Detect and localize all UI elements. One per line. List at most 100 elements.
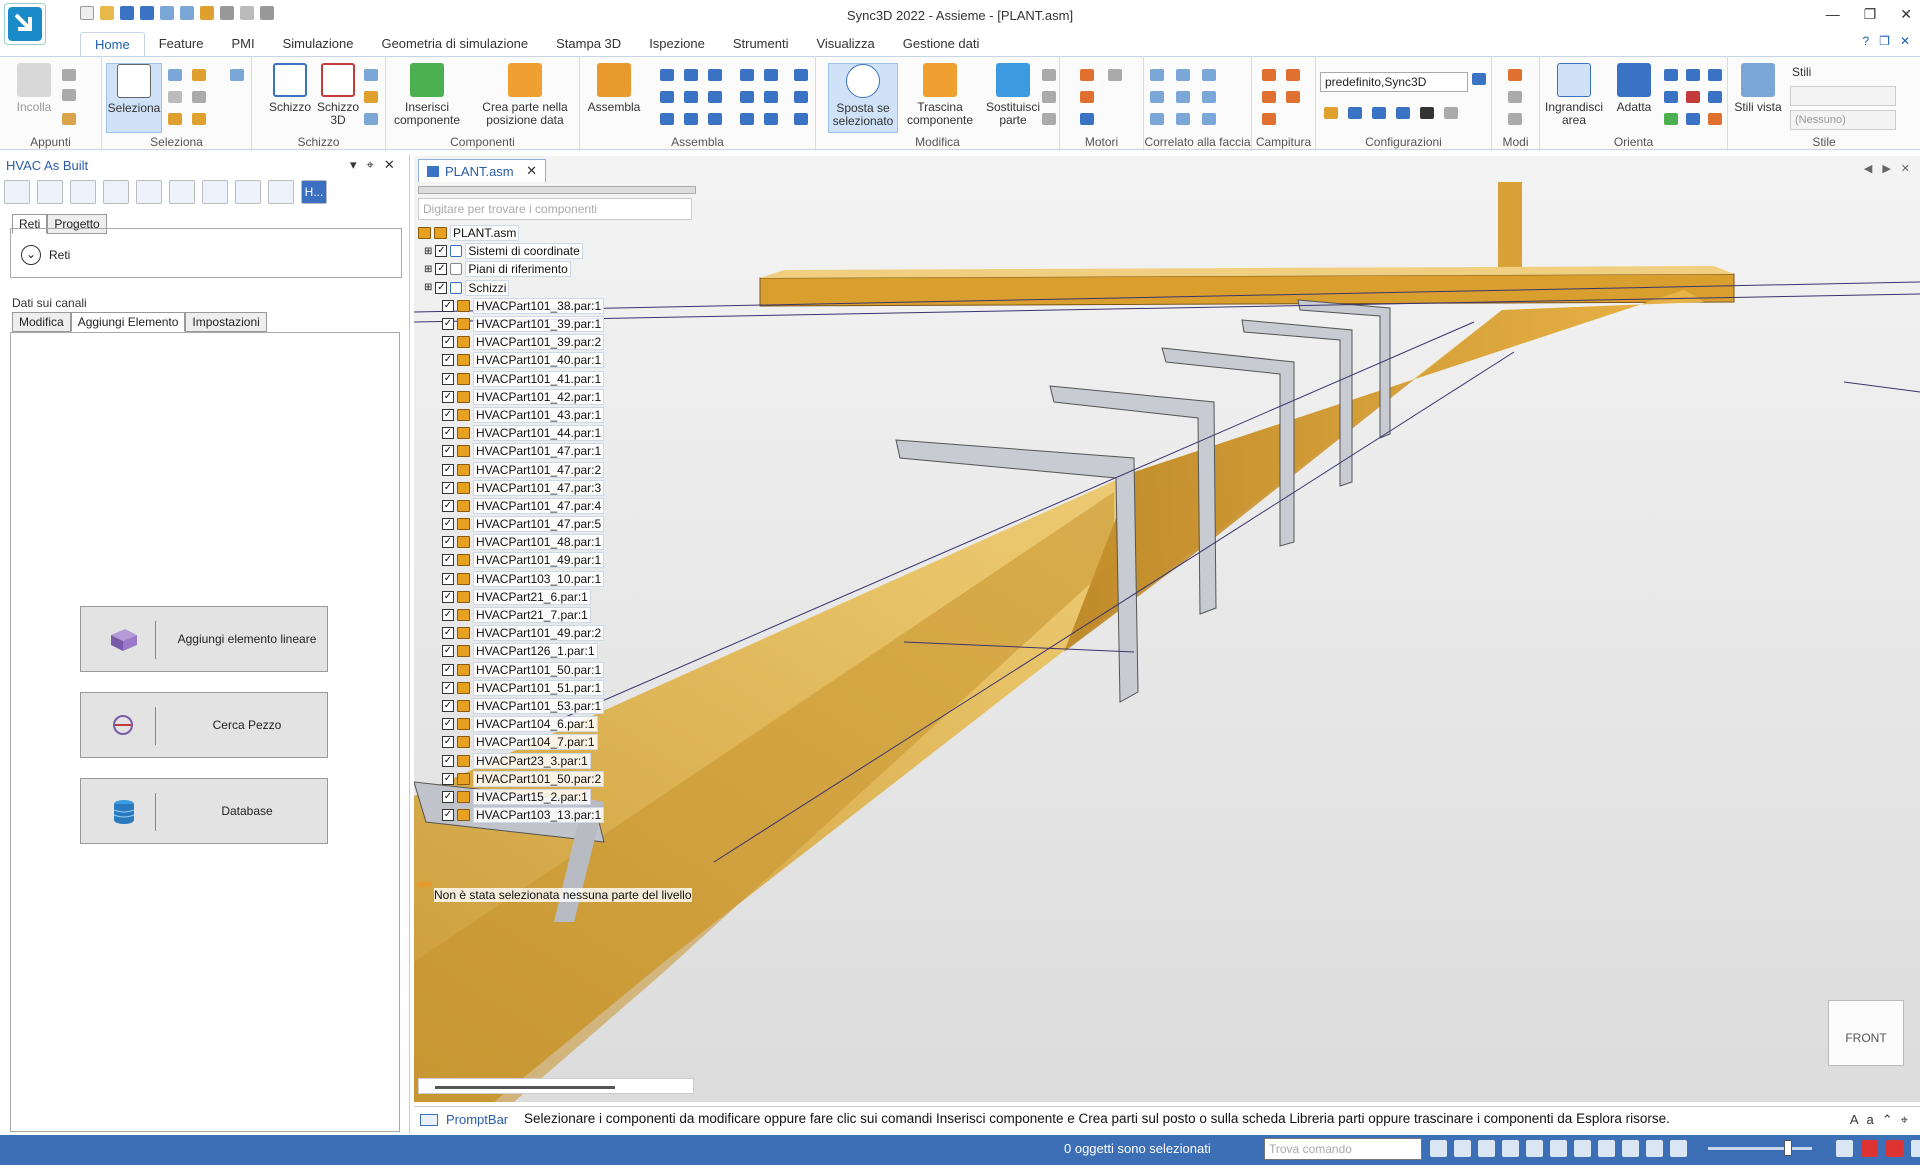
sketch-3d-button[interactable]: Schizzo 3D <box>310 63 366 133</box>
checkbox[interactable]: ✓ <box>442 536 454 549</box>
relation-more-icon[interactable] <box>794 113 808 125</box>
tree-root[interactable]: PLANT.asm <box>418 224 718 242</box>
motor-icon[interactable] <box>1080 69 1094 81</box>
style-icon[interactable] <box>1622 1140 1639 1157</box>
motor-linear-icon[interactable] <box>1080 91 1094 103</box>
face-relate-9-icon[interactable] <box>1202 113 1216 125</box>
tree-item[interactable]: ✓ HVACPart101_48.par:1 <box>418 533 718 551</box>
relation-angle-icon[interactable] <box>660 91 674 103</box>
view-styles-button[interactable]: Stili vista <box>1732 63 1784 133</box>
checkbox[interactable]: ✓ <box>442 572 454 585</box>
checkbox[interactable]: ✓ <box>435 281 448 294</box>
views-icon[interactable] <box>1574 1140 1591 1157</box>
zoom-slider-thumb[interactable] <box>1784 1140 1792 1156</box>
checkbox[interactable]: ✓ <box>442 627 454 640</box>
tab-close-icon[interactable]: ✕ <box>526 163 537 179</box>
checkbox[interactable]: ✓ <box>442 318 454 331</box>
youtube-icon[interactable] <box>1886 1140 1903 1157</box>
assemble-button[interactable]: Assembla <box>586 63 642 133</box>
sketch-plane-icon[interactable] <box>364 69 378 81</box>
color-icon[interactable] <box>169 180 195 204</box>
pan-icon[interactable] <box>1526 1140 1543 1157</box>
zoom-icon[interactable] <box>1478 1140 1495 1157</box>
config-6-icon[interactable] <box>1444 107 1458 119</box>
fit-button[interactable]: Adatta <box>1606 63 1662 133</box>
config-5-icon[interactable] <box>1420 107 1434 119</box>
tree-item[interactable]: ✓ HVACPart101_44.par:1 <box>418 424 718 442</box>
relation-flash-icon[interactable] <box>764 113 778 125</box>
prompt-pin-icon[interactable]: ⌖ <box>1901 1112 1908 1128</box>
checkbox[interactable]: ✓ <box>442 754 454 767</box>
pattern-2-icon[interactable] <box>1286 69 1300 81</box>
modify-extra-1-icon[interactable] <box>1042 69 1056 81</box>
tab-close-all-icon[interactable]: ✕ <box>1901 162 1910 175</box>
select-filter-icon[interactable] <box>168 69 182 81</box>
tab-simulazione[interactable]: Simulazione <box>269 32 368 56</box>
add-linear-element-button[interactable]: Aggiungi elemento lineare <box>80 606 328 672</box>
feature-library-icon[interactable] <box>103 180 129 204</box>
zoom-area-button[interactable]: Ingrandisci area <box>1542 63 1606 133</box>
zoom-out-icon[interactable] <box>1670 1140 1687 1157</box>
tab-pmi[interactable]: PMI <box>218 32 269 56</box>
select-tools-icon[interactable] <box>192 91 206 103</box>
shading-icon[interactable] <box>1598 1140 1615 1157</box>
tree-item[interactable]: ✓ HVACPart101_47.par:4 <box>418 497 718 515</box>
sketch-project-icon[interactable] <box>364 91 378 103</box>
database-button[interactable]: Database <box>80 778 328 844</box>
pathfinder-icon[interactable] <box>4 180 30 204</box>
face-relate-2-icon[interactable] <box>1176 69 1190 81</box>
face-relate-6-icon[interactable] <box>1202 91 1216 103</box>
tree-item[interactable]: ✓ HVACPart101_39.par:1 <box>418 315 718 333</box>
tree-item[interactable]: ✓ HVACPart101_53.par:1 <box>418 697 718 715</box>
style-select-top[interactable] <box>1790 86 1896 106</box>
select-box-icon[interactable] <box>168 91 182 103</box>
format-painter-icon[interactable] <box>62 113 76 125</box>
zoom-in-icon[interactable] <box>1836 1140 1853 1157</box>
arrow-icon[interactable] <box>1430 1140 1447 1157</box>
panel-close-icon[interactable]: ✕ <box>384 157 395 173</box>
checkbox[interactable]: ✓ <box>442 699 454 712</box>
checkbox[interactable]: ✓ <box>442 609 454 622</box>
checkbox[interactable]: ✓ <box>435 263 448 276</box>
tree-item[interactable]: ✓ HVACPart101_50.par:2 <box>418 770 718 788</box>
relation-match-icon[interactable] <box>708 113 722 125</box>
rotate-icon[interactable] <box>1708 69 1722 81</box>
relation-path-icon[interactable] <box>684 113 698 125</box>
tab-modifica[interactable]: Modifica <box>12 312 71 332</box>
tab-right-icon[interactable]: ▶ <box>1882 162 1890 175</box>
relation-planar-icon[interactable] <box>684 69 698 81</box>
view-4-icon[interactable] <box>1664 113 1678 125</box>
view-5-icon[interactable] <box>1686 113 1700 125</box>
help-icon[interactable]: ? <box>1862 34 1869 48</box>
tab-visualizza[interactable]: Visualizza <box>802 32 888 56</box>
link-icon[interactable] <box>136 180 162 204</box>
relation-rigid-icon[interactable] <box>794 91 808 103</box>
zoom-slider[interactable] <box>1708 1147 1812 1150</box>
checkbox[interactable]: ✓ <box>442 499 454 512</box>
relation-axial-icon[interactable] <box>708 69 722 81</box>
tab-feature[interactable]: Feature <box>145 32 218 56</box>
query-icon[interactable] <box>202 180 228 204</box>
tree-item[interactable]: ✓ HVACPart101_49.par:2 <box>418 624 718 642</box>
select-assembly-icon[interactable] <box>168 113 182 125</box>
hvac-tab-icon[interactable]: H... <box>301 180 327 204</box>
expand-icon[interactable]: ⊞ <box>424 246 432 257</box>
tab-impostazioni[interactable]: Impostazioni <box>185 312 267 332</box>
relation-mate-icon[interactable] <box>660 69 674 81</box>
face-relate-5-icon[interactable] <box>1176 91 1190 103</box>
tree-folder[interactable]: ⊞ ✓ Sistemi di coordinate <box>418 242 718 260</box>
rotate-icon[interactable] <box>1550 1140 1567 1157</box>
checkbox[interactable]: ✓ <box>442 463 454 476</box>
drag-component-button[interactable]: Trascina componente <box>902 63 978 133</box>
tree-item[interactable]: ✓ HVACPart101_51.par:1 <box>418 679 718 697</box>
tab-ispezione[interactable]: Ispezione <box>635 32 719 56</box>
tree-item[interactable]: ✓ HVACPart15_2.par:1 <box>418 788 718 806</box>
checkbox[interactable]: ✓ <box>442 372 454 385</box>
pan-icon[interactable] <box>1686 69 1700 81</box>
tab-strumenti[interactable]: Strumenti <box>719 32 803 56</box>
tab-home[interactable]: Home <box>80 32 145 56</box>
tree-scrollbar[interactable] <box>418 1078 694 1094</box>
checkbox[interactable]: ✓ <box>442 809 454 822</box>
face-relate-7-icon[interactable] <box>1150 113 1164 125</box>
face-relate-1-icon[interactable] <box>1150 69 1164 81</box>
